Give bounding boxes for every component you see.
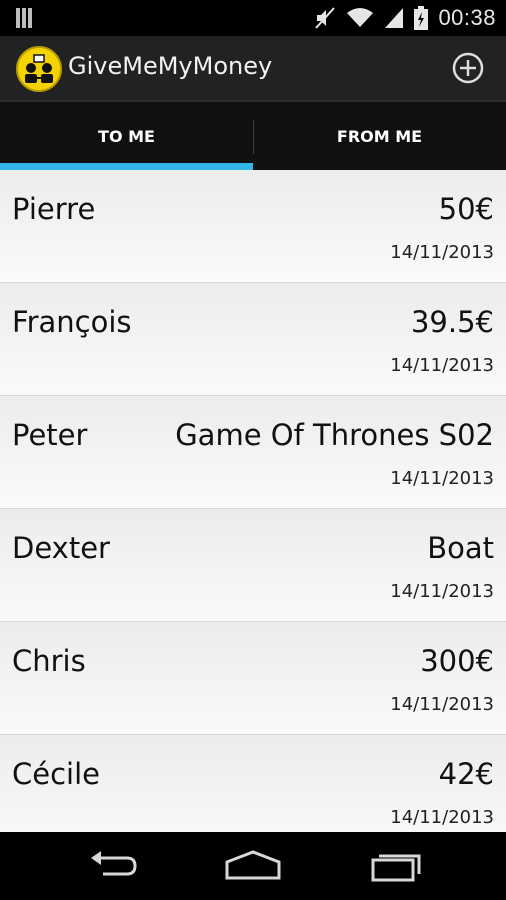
- amount: 50€: [438, 192, 494, 226]
- list-item[interactable]: Dexter Boat 14/11/2013: [0, 509, 506, 622]
- date: 14/11/2013: [390, 242, 494, 263]
- list-item[interactable]: François 39.5€ 14/11/2013: [0, 283, 506, 396]
- signal-icon: [385, 8, 404, 28]
- tab-bar: TO ME FROM ME: [0, 102, 506, 170]
- amount: 39.5€: [410, 305, 494, 339]
- notification-icon: [16, 8, 34, 28]
- date: 14/11/2013: [390, 468, 494, 489]
- recents-icon[interactable]: [365, 848, 425, 884]
- list-item[interactable]: Peter Game Of Thrones S02 14/11/2013: [0, 396, 506, 509]
- tab-to-me[interactable]: TO ME: [0, 102, 253, 170]
- amount: 300€: [420, 644, 494, 678]
- date: 14/11/2013: [390, 694, 494, 715]
- selected-tab-indicator: [0, 163, 253, 170]
- wifi-icon: [347, 8, 374, 27]
- person-name: Chris: [12, 644, 86, 678]
- amount: Boat: [427, 531, 494, 565]
- back-icon[interactable]: [83, 848, 143, 884]
- status-icons: 00:38: [314, 0, 496, 36]
- date: 14/11/2013: [390, 355, 494, 376]
- person-name: Peter: [12, 418, 88, 452]
- home-icon[interactable]: [223, 848, 283, 884]
- list-item[interactable]: Cécile 42€ 14/11/2013: [0, 735, 506, 832]
- status-bar: 00:38: [0, 0, 506, 36]
- person-name: Cécile: [12, 757, 100, 791]
- navigation-bar: [0, 832, 506, 900]
- battery-icon: [414, 6, 429, 30]
- app-title: GiveMeMyMoney: [68, 52, 273, 80]
- list-item[interactable]: Pierre 50€ 14/11/2013: [0, 170, 506, 283]
- person-name: François: [12, 305, 132, 339]
- list-item[interactable]: Chris 300€ 14/11/2013: [0, 622, 506, 735]
- clock: 00:38: [438, 5, 496, 30]
- action-bar: GiveMeMyMoney: [0, 36, 506, 102]
- date: 14/11/2013: [390, 581, 494, 602]
- person-name: Pierre: [12, 192, 96, 226]
- app-logo[interactable]: [16, 46, 62, 92]
- mute-icon: [315, 7, 336, 29]
- tab-from-me[interactable]: FROM ME: [253, 102, 506, 170]
- person-name: Dexter: [12, 531, 110, 565]
- amount: 42€: [438, 757, 494, 791]
- debt-list[interactable]: Pierre 50€ 14/11/2013 François 39.5€ 14/…: [0, 170, 506, 832]
- amount: Game Of Thrones S02: [175, 418, 494, 452]
- date: 14/11/2013: [390, 807, 494, 828]
- add-icon[interactable]: [452, 52, 484, 84]
